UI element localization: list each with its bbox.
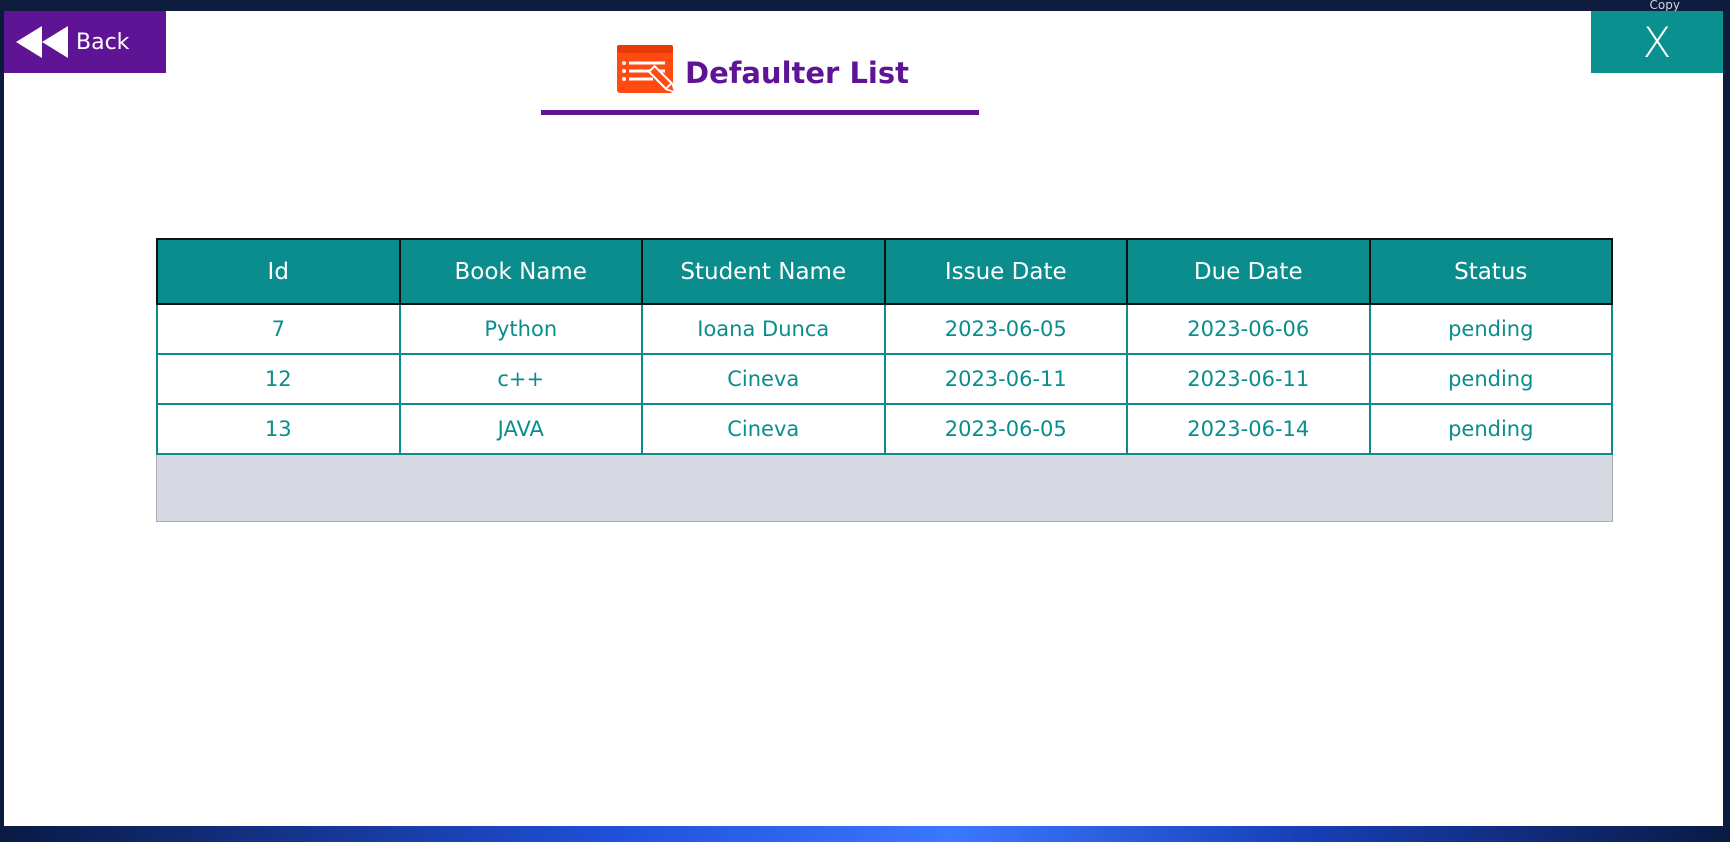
defaulter-list-window: Back X Defaulter List Id Book Name Stude…: [4, 11, 1723, 826]
cell-due-date[interactable]: 2023-06-14: [1126, 403, 1371, 455]
cell-issue-date[interactable]: 2023-06-05: [883, 303, 1128, 355]
cell-due-date[interactable]: 2023-06-06: [1126, 303, 1371, 355]
cell-id[interactable]: 7: [156, 303, 401, 355]
close-button[interactable]: X: [1591, 11, 1723, 73]
defaulter-table: Id Book Name Student Name Issue Date Due…: [156, 238, 1613, 455]
close-icon: X: [1642, 17, 1672, 67]
column-header-student-name[interactable]: Student Name: [641, 238, 886, 305]
cell-book-name[interactable]: c++: [398, 353, 643, 405]
cell-student-name[interactable]: Cineva: [641, 403, 886, 455]
column-header-status[interactable]: Status: [1368, 238, 1613, 305]
cell-issue-date[interactable]: 2023-06-05: [883, 403, 1128, 455]
back-button-label: Back: [76, 29, 130, 55]
page-header: Defaulter List: [615, 35, 909, 111]
column-header-book-name[interactable]: Book Name: [398, 238, 643, 305]
desktop-icon-label: Copy: [1649, 0, 1680, 12]
list-edit-icon: [617, 45, 676, 94]
cell-student-name[interactable]: Cineva: [641, 353, 886, 405]
column-header-id[interactable]: Id: [156, 238, 401, 305]
cell-student-name[interactable]: Ioana Dunca: [641, 303, 886, 355]
rewind-icon: [16, 26, 68, 58]
table-row[interactable]: 12 c++ Cineva 2023-06-11 2023-06-11 pend…: [156, 353, 1613, 405]
column-header-issue-date[interactable]: Issue Date: [883, 238, 1128, 305]
cell-status[interactable]: pending: [1368, 303, 1613, 355]
table-row[interactable]: 13 JAVA Cineva 2023-06-05 2023-06-14 pen…: [156, 403, 1613, 455]
cell-status[interactable]: pending: [1368, 353, 1613, 405]
table-header-row: Id Book Name Student Name Issue Date Due…: [156, 238, 1613, 305]
desktop-background-bottom: [0, 826, 1730, 842]
cell-book-name[interactable]: Python: [398, 303, 643, 355]
table-row[interactable]: 7 Python Ioana Dunca 2023-06-05 2023-06-…: [156, 303, 1613, 355]
cell-issue-date[interactable]: 2023-06-11: [883, 353, 1128, 405]
cell-id[interactable]: 12: [156, 353, 401, 405]
cell-book-name[interactable]: JAVA: [398, 403, 643, 455]
cell-id[interactable]: 13: [156, 403, 401, 455]
desktop-background-top: Copy: [0, 0, 1730, 11]
title-underline: [541, 110, 979, 115]
page-title: Defaulter List: [685, 56, 909, 90]
desktop-background-right: [1723, 0, 1730, 842]
column-header-due-date[interactable]: Due Date: [1126, 238, 1371, 305]
cell-due-date[interactable]: 2023-06-11: [1126, 353, 1371, 405]
cell-status[interactable]: pending: [1368, 403, 1613, 455]
back-button[interactable]: Back: [4, 11, 166, 73]
defaulter-data-grid[interactable]: Id Book Name Student Name Issue Date Due…: [156, 238, 1613, 522]
